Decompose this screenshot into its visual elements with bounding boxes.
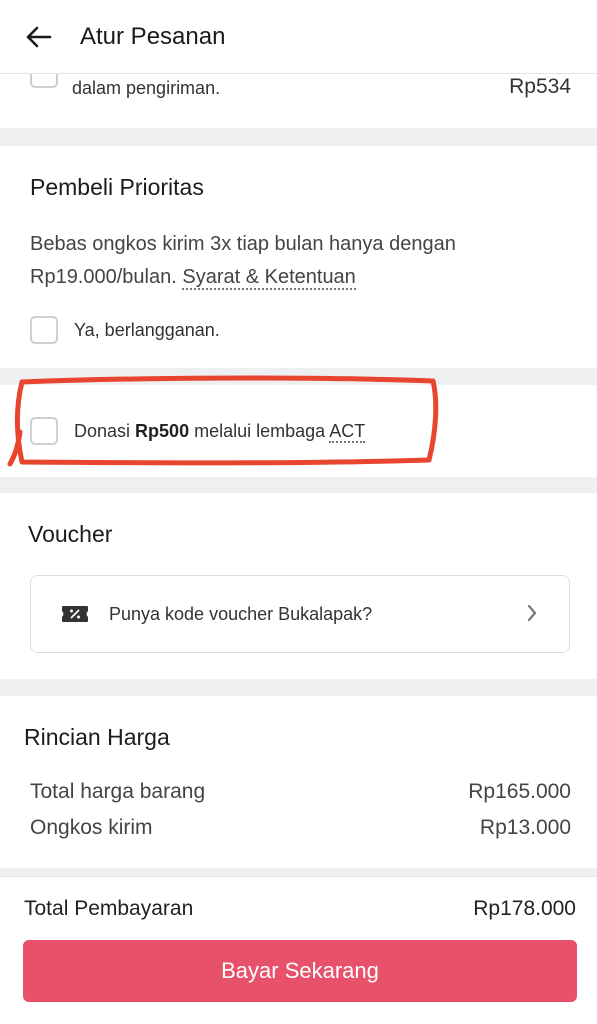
price-row-shipping: Ongkos kirim Rp13.000 — [30, 816, 571, 840]
chevron-right-icon — [527, 604, 537, 622]
section-divider — [0, 868, 597, 876]
price-row-value: Rp165.000 — [468, 780, 571, 803]
insurance-price: Rp534 — [509, 75, 571, 98]
priority-title: Pembeli Prioritas — [30, 174, 204, 200]
voucher-title: Voucher — [28, 521, 113, 547]
donation-label: Donasi Rp500 melalui lembaga ACT — [74, 420, 366, 443]
arrow-left-icon — [26, 26, 52, 47]
price-detail-section: Rincian Harga Total harga barang Rp165.0… — [0, 696, 597, 868]
donation-prefix: Donasi — [74, 420, 131, 441]
donation-option[interactable]: Donasi Rp500 melalui lembaga ACT — [30, 417, 366, 445]
total-payment-value: Rp178.000 — [473, 897, 576, 920]
price-row-label: Total harga barang — [30, 780, 206, 803]
price-row-value: Rp13.000 — [479, 816, 571, 839]
voucher-section: Voucher Punya kode voucher Bukalapak? — [0, 493, 597, 679]
priority-buyer-section: Pembeli Prioritas Bebas ongkos kirim 3x … — [0, 146, 597, 368]
voucher-prompt: Punya kode voucher Bukalapak? — [109, 603, 373, 624]
price-row-items: Total harga barang Rp165.000 — [30, 780, 571, 804]
pay-now-button[interactable]: Bayar Sekarang — [23, 940, 577, 1002]
app-header: Atur Pesanan — [0, 0, 597, 74]
back-button[interactable] — [0, 0, 80, 74]
priority-description: Bebas ongkos kirim 3x tiap bulan hanya d… — [30, 228, 570, 294]
total-payment-label: Total Pembayaran — [24, 897, 194, 920]
price-row-label: Ongkos kirim — [30, 816, 153, 839]
checkout-page: Atur Pesanan dalam pengiriman. Rp534 Pem… — [0, 0, 597, 1024]
section-divider — [0, 679, 597, 696]
donation-middle: melalui lembaga — [194, 420, 326, 441]
donation-amount: Rp500 — [135, 420, 190, 441]
page-title: Atur Pesanan — [80, 22, 226, 50]
subscribe-option[interactable]: Ya, berlangganan. — [30, 316, 220, 344]
donation-org-link[interactable]: ACT — [329, 420, 366, 443]
payment-summary-bar: Total Pembayaran Rp178.000 Bayar Sekaran… — [0, 876, 597, 1024]
section-divider — [0, 128, 597, 146]
donation-checkbox[interactable] — [30, 417, 58, 445]
voucher-percent-icon — [62, 606, 88, 622]
section-divider — [0, 477, 597, 493]
insurance-label: dalam pengiriman. — [72, 78, 221, 98]
subscribe-label: Ya, berlangganan. — [74, 319, 220, 340]
insurance-row: dalam pengiriman. Rp534 — [0, 60, 597, 128]
donation-section: Donasi Rp500 melalui lembaga ACT — [0, 385, 597, 477]
voucher-input[interactable]: Punya kode voucher Bukalapak? — [30, 575, 570, 653]
terms-link[interactable]: Syarat & Ketentuan — [182, 266, 356, 290]
price-detail-title: Rincian Harga — [24, 724, 170, 750]
subscribe-checkbox[interactable] — [30, 316, 58, 344]
section-divider — [0, 368, 597, 385]
